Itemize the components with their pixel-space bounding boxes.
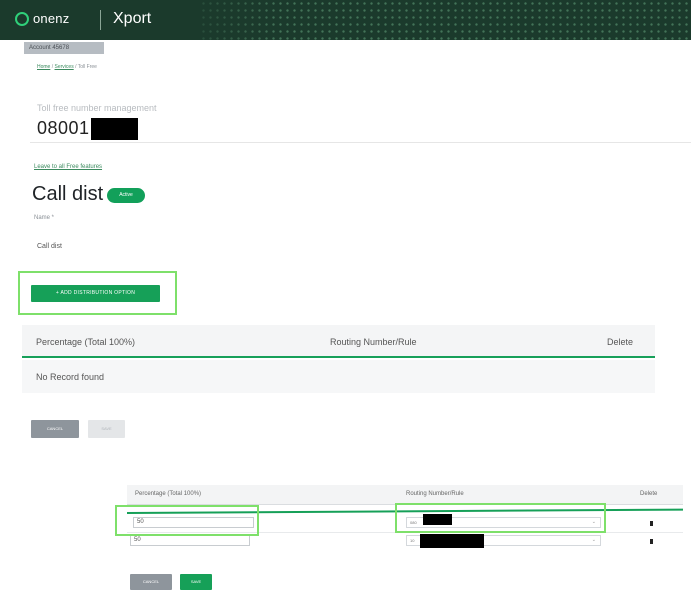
column-header-delete: Delete (607, 337, 634, 347)
delete-icon[interactable] (650, 539, 653, 544)
highlight-box (395, 503, 606, 533)
percentage-input[interactable]: 50 (130, 535, 250, 546)
column-header-delete: Delete (640, 491, 658, 497)
cancel-button[interactable]: CANCEL (130, 574, 172, 590)
table-row: No Record found (22, 360, 655, 393)
account-chip[interactable]: Account 45678 (24, 42, 104, 54)
redaction-block (91, 118, 138, 140)
header-divider (100, 10, 101, 30)
column-header-percentage: Percentage (Total 100%) (135, 491, 202, 497)
cancel-button[interactable]: CANCEL (31, 420, 79, 438)
table-header: Percentage (Total 100%) Routing Number/R… (127, 485, 683, 505)
section-label: Toll free number management (37, 103, 157, 113)
status-badge: Active (107, 188, 145, 203)
column-header-percentage: Percentage (Total 100%) (36, 337, 136, 347)
name-field-label: Name * (34, 215, 55, 221)
column-header-routing: Routing Number/Rule (330, 337, 417, 347)
back-link[interactable]: Leave to all Free features (34, 164, 102, 170)
save-button[interactable]: SAVE (88, 420, 125, 438)
brand-logo-text[interactable]: onenz (33, 11, 69, 26)
breadcrumb: Home / Services / Toll Free (37, 64, 97, 70)
delete-icon[interactable] (650, 521, 653, 526)
brand-logo-icon[interactable] (15, 12, 29, 26)
page-title: Call dist (32, 183, 104, 205)
name-field[interactable]: Call dist (37, 243, 62, 250)
save-button[interactable]: SAVE (180, 574, 212, 590)
breadcrumb-home[interactable]: Home (37, 64, 50, 70)
add-distribution-option-button[interactable]: + ADD DISTRIBUTION OPTION (31, 285, 160, 302)
chevron-down-icon: ⌄ (591, 537, 596, 543)
column-header-routing: Routing Number/Rule (406, 491, 464, 497)
header-fade (160, 0, 280, 40)
routing-number-value: 10 (410, 538, 415, 543)
redaction-block (420, 534, 484, 548)
breadcrumb-current: Toll Free (77, 64, 97, 70)
app-name[interactable]: Xport (113, 10, 151, 28)
top-header: onenz Xport (0, 0, 691, 40)
divider (30, 142, 691, 143)
toll-free-number: 08001 (37, 118, 90, 138)
highlight-box (115, 505, 259, 536)
breadcrumb-services[interactable]: Services (55, 64, 74, 70)
distribution-table: Percentage (Total 100%) Routing Number/R… (22, 325, 655, 395)
empty-table-message: No Record found (36, 372, 105, 382)
table-header: Percentage (Total 100%) Routing Number/R… (22, 325, 655, 358)
